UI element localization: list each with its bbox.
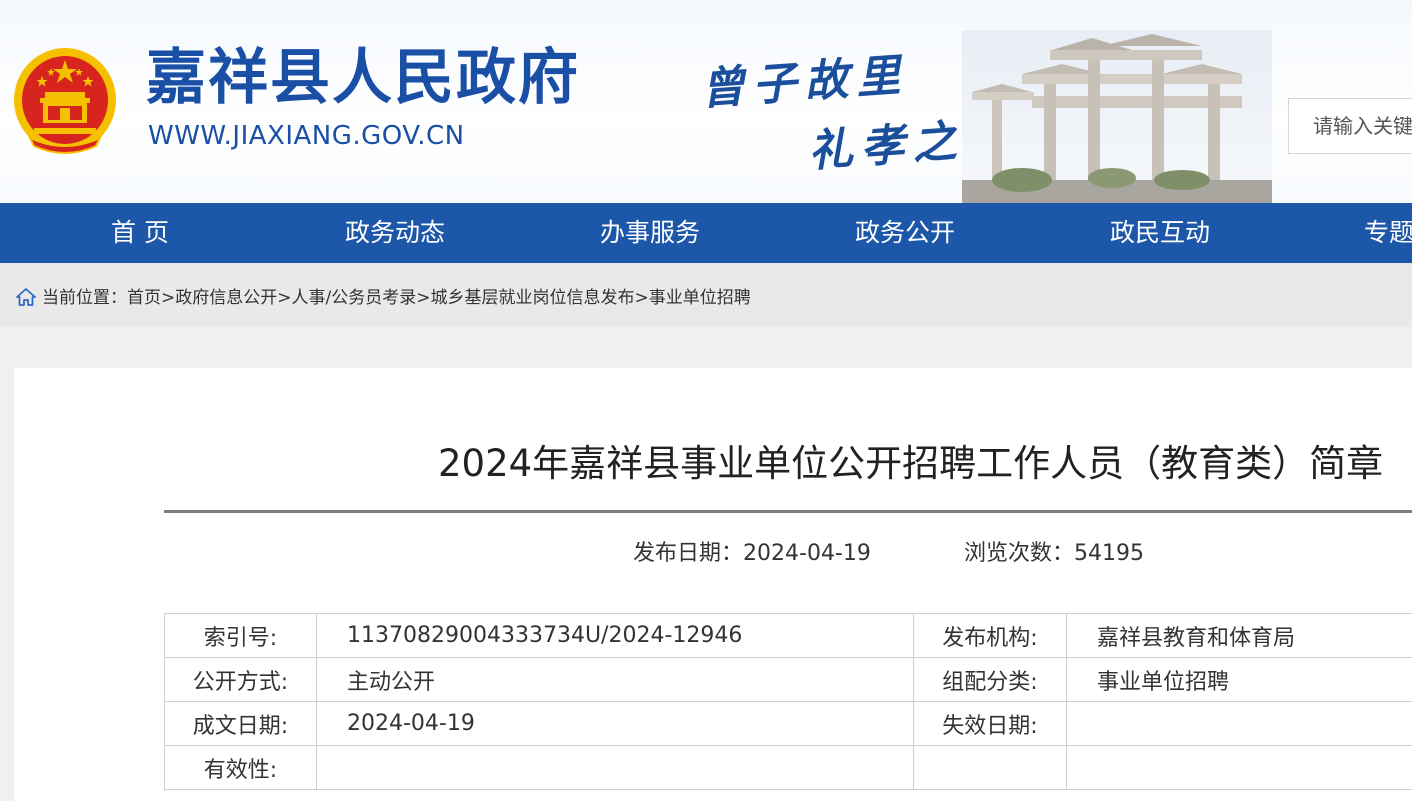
index-number-value: 11370829004333734U/2024-12946 [316,613,914,658]
site-header: 嘉祥县人民政府 WWW.JIAXIANG.GOV.CN 曾子故里 礼孝之城 [0,0,1412,203]
breadcrumb-item-info-disclosure[interactable]: 政府信息公开 [175,288,277,308]
breadcrumb-item-employment-info[interactable]: 城乡基层就业岗位信息发布 [430,288,634,308]
expiry-date-value [1066,701,1412,746]
breadcrumb-separator: > [277,288,292,308]
info-table: 索引号: 11370829004333734U/2024-12946 发布机构:… [164,613,1412,790]
table-row: 索引号: 11370829004333734U/2024-12946 发布机构:… [164,613,1412,658]
view-count-label: 浏览次数： [964,541,1075,566]
expiry-date-label: 失效日期: [913,701,1067,746]
publisher-value: 嘉祥县教育和体育局 [1066,613,1412,658]
table-row: 有效性: [164,745,1412,790]
breadcrumb: 当前位置：首页>政府信息公开>人事/公务员考录>城乡基层就业岗位信息发布>事业单… [42,283,751,313]
creation-date-label: 成文日期: [164,701,317,746]
category-label: 组配分类: [913,657,1067,702]
title-divider [164,510,1412,513]
publish-date: 发布日期：2024-04-19 [633,538,871,570]
site-title: 嘉祥县人民政府 [146,43,580,113]
nav-public-interaction[interactable]: 政民互动 [1110,203,1210,263]
nav-services[interactable]: 办事服务 [600,203,700,263]
archway-image [962,30,1272,203]
view-count-value: 54195 [1074,541,1145,566]
disclosure-method-value: 主动公开 [316,657,914,702]
empty-value-cell [1066,745,1412,790]
search-box [1288,98,1412,154]
search-input[interactable] [1289,99,1412,153]
view-count: 浏览次数：54195 [964,538,1144,570]
breadcrumb-separator: > [416,288,431,308]
disclosure-method-label: 公开方式: [164,657,317,702]
breadcrumb-item-recruitment[interactable]: 事业单位招聘 [649,288,751,308]
publish-date-value: 2024-04-19 [743,541,871,566]
table-row: 成文日期: 2024-04-19 失效日期: [164,701,1412,746]
publish-date-label: 发布日期： [633,541,744,566]
index-number-label: 索引号: [164,613,317,658]
table-row: 公开方式: 主动公开 组配分类: 事业单位招聘 [164,657,1412,702]
main-nav: 首 页 政务动态 办事服务 政务公开 政民互动 专题 [0,203,1412,263]
breadcrumb-separator: > [161,288,176,308]
breadcrumb-item-personnel[interactable]: 人事/公务员考录 [292,288,417,308]
nav-government-news[interactable]: 政务动态 [345,203,445,263]
creation-date-value: 2024-04-19 [316,701,914,746]
nav-home[interactable]: 首 页 [111,203,169,263]
breadcrumb-item-home[interactable]: 首页 [127,288,161,308]
nav-topics[interactable]: 专题 [1364,203,1412,263]
slogan-line-1: 曾子故里 [698,49,910,116]
publisher-label: 发布机构: [913,613,1067,658]
validity-label: 有效性: [164,745,317,790]
validity-value [316,745,914,790]
home-icon [16,288,36,306]
article-title: 2024年嘉祥县事业单位公开招聘工作人员（教育类）简章 [438,442,1384,485]
national-emblem-icon [14,48,116,154]
site-url: WWW.JIAXIANG.GOV.CN [148,121,465,151]
empty-label-cell [913,745,1067,790]
category-value: 事业单位招聘 [1066,657,1412,702]
nav-government-disclosure[interactable]: 政务公开 [855,203,955,263]
breadcrumb-separator: > [634,288,649,308]
breadcrumb-prefix: 当前位置： [42,288,127,308]
